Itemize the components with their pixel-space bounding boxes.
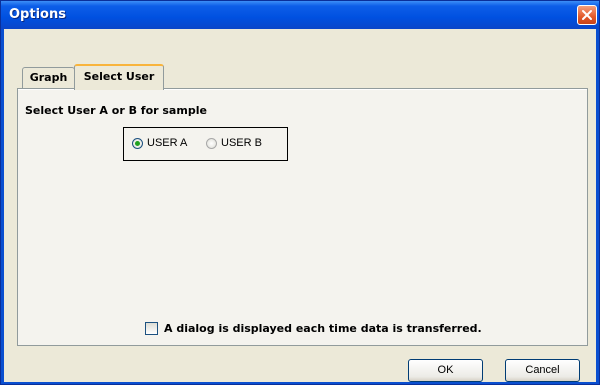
user-a-radio[interactable]: [132, 138, 143, 149]
radio-selected-dot: [135, 141, 140, 146]
ok-button[interactable]: OK: [408, 359, 483, 382]
window-title: Options: [9, 7, 66, 22]
transfer-dialog-label[interactable]: A dialog is displayed each time data is …: [164, 322, 482, 335]
user-a-label[interactable]: USER A: [147, 137, 187, 149]
user-radio-group: USER A USER B: [123, 127, 288, 161]
transfer-dialog-checkbox[interactable]: [145, 322, 158, 335]
title-bar[interactable]: Options: [1, 1, 599, 29]
select-user-label: Select User A or B for sample: [25, 104, 207, 117]
tab-panel-select-user: [17, 88, 588, 346]
cancel-button[interactable]: Cancel: [505, 359, 580, 382]
user-b-label[interactable]: USER B: [221, 137, 262, 149]
close-button[interactable]: [577, 5, 597, 25]
user-b-radio[interactable]: [206, 138, 217, 149]
tab-graph[interactable]: Graph: [22, 67, 75, 88]
tab-select-user[interactable]: Select User: [74, 64, 164, 90]
close-icon: [582, 10, 592, 20]
